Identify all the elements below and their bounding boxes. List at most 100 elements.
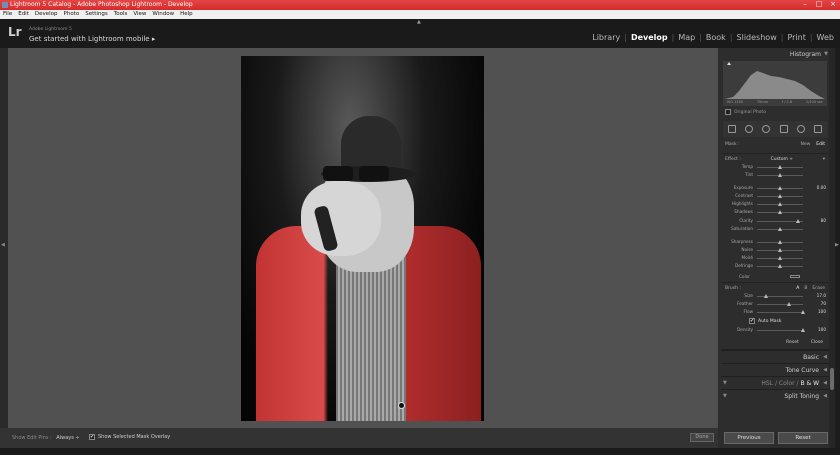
slider-thumb-icon[interactable] [778,210,782,215]
panel-tone-curve[interactable]: Tone Curve ◀ [721,362,829,376]
slider-moir-[interactable]: Moiré [721,254,829,262]
slider-thumb-icon[interactable] [778,239,782,244]
menu-view[interactable]: View [133,10,146,19]
minimize-icon[interactable]: – [800,0,810,9]
crop-tool-icon[interactable] [727,125,736,133]
brush-b-button[interactable]: B [804,286,807,291]
module-web[interactable]: Web [815,33,836,42]
original-photo-checkbox[interactable] [725,109,731,115]
module-map[interactable]: Map [676,33,697,42]
slider-value[interactable]: 100 [818,327,826,332]
slider-thumb-icon[interactable] [778,264,782,269]
slider-thumb-icon[interactable] [778,255,782,260]
slider-thumb-icon[interactable] [778,165,782,169]
collapse-right-panel-icon[interactable]: ▶ [835,242,839,248]
slider-feather[interactable]: Feather 70 [721,300,829,308]
histogram[interactable]: ISO 1250 70mm f / 2.8 1/100 sec [723,61,827,106]
spot-removal-tool-icon[interactable] [744,125,753,133]
slider-tint[interactable]: Tint [721,171,829,179]
slider-contrast[interactable]: Contrast [721,192,829,200]
scrollbar-thumb[interactable] [830,368,834,390]
slider-track[interactable] [757,330,803,332]
slider-value[interactable]: 70 [821,301,826,306]
mask-edit-button[interactable]: Edit [816,142,825,147]
slider-noise[interactable]: Noise [721,246,829,254]
collapse-triangle-icon[interactable]: ▼ [824,48,828,61]
slider-thumb-icon[interactable] [764,294,769,299]
panel-basic[interactable]: Basic ◀ [721,349,829,363]
slider-thumb-icon[interactable] [801,310,805,315]
slider-defringe[interactable]: Defringe [721,262,829,270]
slider-shadows[interactable]: Shadows [721,208,829,216]
adjustment-brush-tool-icon[interactable] [814,125,823,133]
brush-erase-button[interactable]: Erase [812,286,825,291]
slider-thumb-icon[interactable] [778,194,782,199]
mobile-prompt-link[interactable]: Get started with Lightroom mobile ▸ [29,35,155,43]
menu-help[interactable]: Help [180,10,193,19]
panel-hsl-color-bw[interactable]: ▼ HSL / Color / B & W ◀ [721,375,829,389]
done-button[interactable]: Done [690,433,714,442]
menu-settings[interactable]: Settings [85,10,108,19]
module-slideshow[interactable]: Slideshow [735,33,779,42]
brush-reset-button[interactable]: Reset [786,340,799,345]
mask-overlay-checkbox[interactable]: ✔ [89,434,95,440]
left-panel-collapsed[interactable]: ◀ [0,48,8,428]
slider-sharpness[interactable]: Sharpness [721,238,829,246]
slider-value[interactable]: 80 [821,218,826,223]
module-develop[interactable]: Develop [629,33,670,42]
mask-overlay-toggle[interactable]: ✔ Show Selected Mask Overlay [89,434,170,440]
brush-close-button[interactable]: Close [811,340,823,345]
module-library[interactable]: Library [590,33,622,42]
graduated-filter-tool-icon[interactable] [779,125,788,133]
module-book[interactable]: Book [704,33,728,42]
radial-filter-tool-icon[interactable] [796,125,805,133]
slider-clarity[interactable]: Clarity 80 [721,217,829,225]
effect-toggle-icon[interactable]: ▾ [823,157,825,162]
menu-photo[interactable]: Photo [64,10,80,19]
maximize-icon[interactable]: □ [814,0,824,9]
red-eye-tool-icon[interactable] [762,125,771,133]
slider-density[interactable]: Density 100 [721,326,829,334]
slider-track[interactable] [757,304,803,306]
panel-switch-icon[interactable]: ▼ [723,390,727,403]
top-panel-toggle-icon[interactable]: ▲ [417,19,421,25]
slider-highlights[interactable]: Highlights [721,200,829,208]
slider-exposure[interactable]: Exposure 0.00 [721,184,829,192]
slider-saturation[interactable]: Saturation [721,225,829,233]
photo-canvas[interactable] [241,56,484,421]
slider-flow[interactable]: Flow 100 [721,308,829,316]
expand-left-panel-icon[interactable]: ◀ [1,242,5,248]
slider-thumb-icon[interactable] [778,247,782,252]
tab-hsl[interactable]: HSL [761,380,773,387]
auto-mask-toggle[interactable]: ✔ Auto Mask [721,316,829,326]
slider-thumb-icon[interactable] [796,218,801,223]
panel-split-toning[interactable]: ▼ Split Toning ◀ [721,388,829,403]
color-swatch[interactable] [789,275,800,279]
auto-mask-checkbox[interactable]: ✔ [749,318,755,325]
slider-track[interactable] [757,312,803,314]
slider-value[interactable]: 0.00 [817,185,826,190]
effect-preset-select[interactable]: Custom ÷ [771,157,793,162]
slider-thumb-icon[interactable] [778,173,782,178]
tab-bw[interactable]: B & W [800,380,819,387]
menu-window[interactable]: Window [152,10,174,19]
slider-thumb-icon[interactable] [778,202,782,207]
slider-temp[interactable]: Temp [721,163,829,171]
show-edit-pins-select[interactable]: Always ÷ [56,435,79,441]
mask-new-button[interactable]: New [800,142,810,147]
menu-develop[interactable]: Develop [35,10,58,19]
slider-thumb-icon[interactable] [801,328,805,333]
reset-button[interactable]: Reset [778,432,828,444]
slider-value[interactable]: 17.0 [817,293,826,298]
menu-file[interactable]: File [3,10,12,19]
menu-tools[interactable]: Tools [114,10,128,19]
slider-size[interactable]: Size 17.0 [721,292,829,300]
adjustment-brush-pin[interactable] [398,402,405,409]
brush-a-button[interactable]: A [796,286,799,291]
slider-thumb-icon[interactable] [778,226,782,231]
original-photo-toggle[interactable]: Original Photo [721,106,829,118]
slider-thumb-icon[interactable] [778,186,782,191]
slider-thumb-icon[interactable] [787,302,792,307]
expand-triangle-icon[interactable]: ◀ [823,390,827,403]
slider-value[interactable]: 100 [818,309,826,314]
